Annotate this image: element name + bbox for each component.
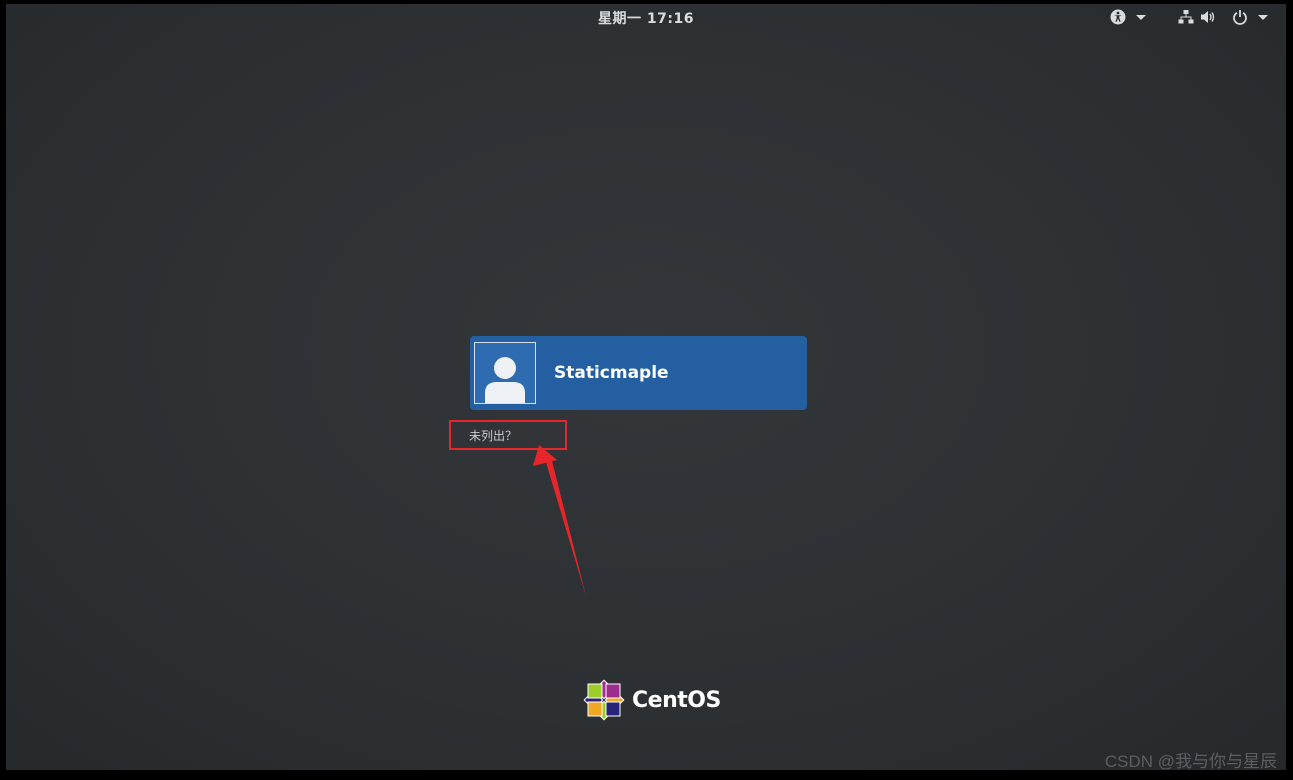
centos-logo-icon [583,679,625,721]
login-screen: 星期一 17:16 Staticmaple 未列出？ CentOS [6,4,1286,770]
centos-logo: CentOS [582,678,721,722]
logo-text: CentOS [632,687,721,713]
watermark: CSDN @我与你与星辰 [1104,752,1277,771]
annotation-arrow [533,445,586,596]
screen: 星期一 17:16 Staticmaple 未列出？ CentOS CSDN @… [0,0,1293,780]
